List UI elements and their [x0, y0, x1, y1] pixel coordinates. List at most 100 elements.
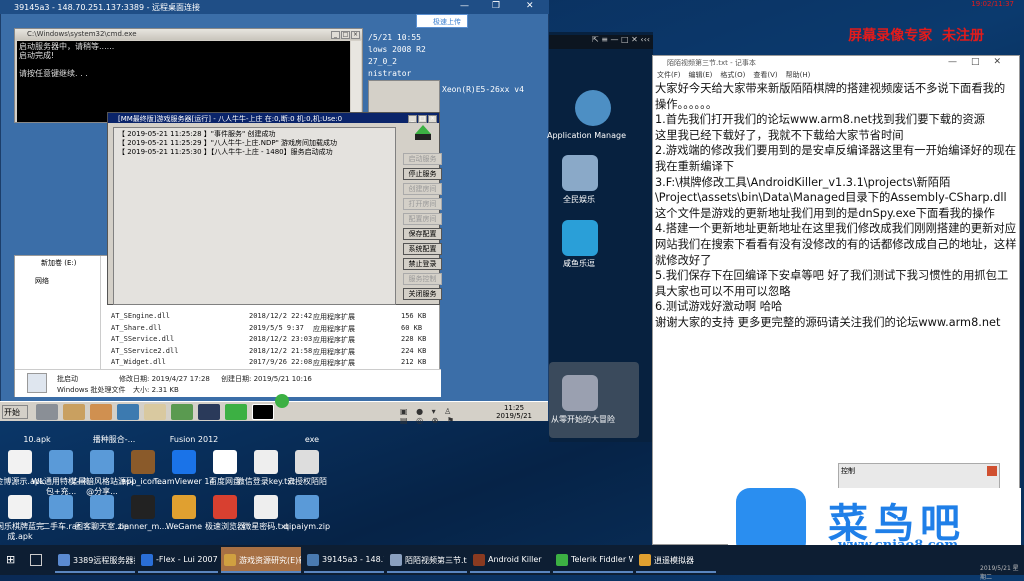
details-pane: 批启动 Windows 批处理文件 修改日期: 2019/4/27 17:28 …	[15, 369, 441, 397]
server-box-icon[interactable]	[198, 404, 220, 420]
file-size: 224 KB	[401, 347, 427, 355]
close-button[interactable]: ×	[428, 115, 437, 123]
file-row[interactable]: AT_SService.dll 2018/12/2 23:03 应用程序扩展 228 …	[111, 335, 431, 346]
file-row[interactable]: AT_SService2.dll 2018/12/2 21:58 应用程序扩展 224…	[111, 347, 431, 358]
detail-created: 创建日期: 2019/5/21 10:16	[221, 375, 312, 383]
taskbar-item[interactable]: 游戏资源研究(E)新...	[221, 547, 301, 573]
system-info: /5/21 10:55 lows 2008 R2 27_0_2 nistrato…	[368, 32, 426, 80]
menu-help[interactable]: 帮助(H)	[786, 71, 811, 79]
maximize-button[interactable]: ❐	[492, 1, 500, 11]
windows-start-icon[interactable]: ⊞	[6, 554, 18, 566]
remote-clock[interactable]: 11:25 2019/5/21	[496, 404, 532, 420]
menu-file[interactable]: 文件(F)	[657, 71, 681, 79]
emulator-toolbar[interactable]: ⇱ ≡ — □ ✕ ‹‹‹	[549, 35, 653, 49]
file-size: 212 KB	[401, 358, 427, 366]
app-icon-adventure[interactable]	[562, 375, 598, 411]
window-controls[interactable]: _ □ ×	[407, 114, 437, 123]
unregistered-text: 未注册	[942, 28, 984, 44]
app-label[interactable]: 全民娱乐	[563, 194, 595, 205]
server-button[interactable]: 关闭服务	[403, 288, 442, 300]
file-name: AT_Share.dll	[111, 324, 162, 332]
desktop-icon-label[interactable]: exe	[280, 435, 344, 445]
server-button[interactable]: 配置房间	[403, 213, 442, 225]
app-label[interactable]: 从零开始的大冒险	[551, 414, 615, 425]
console-output[interactable]: 启动服务器中，请稍等...... 启动完成! 请按任意键继续. . .	[17, 41, 350, 122]
file-date: 2018/12/2 21:58	[249, 347, 313, 355]
tray-icons[interactable]: ▣ ● ▾ ♙ ▤ ◎ ⊗ ⚑	[400, 407, 460, 425]
desktop-icon-label[interactable]: 10.apk	[5, 435, 69, 445]
close-button[interactable]: ✕	[526, 1, 534, 11]
menu-view[interactable]: 查看(V)	[753, 71, 777, 79]
server-button[interactable]: 禁止登录	[403, 258, 442, 270]
file-row[interactable]: AT_SEngine.dll 2018/12/2 22:42 应用程序扩展 156 K…	[111, 312, 431, 323]
upload-button[interactable]: 极速上传	[416, 14, 468, 28]
drive-item[interactable]: 新加卷 (E:)	[41, 258, 76, 268]
app-icon-quanmin[interactable]	[562, 155, 598, 191]
minimize-button[interactable]: _	[331, 31, 340, 39]
file-name: AT_SEngine.dll	[111, 312, 171, 320]
desktop-icon-label[interactable]: 播种服合-...	[82, 435, 146, 445]
scrollbar[interactable]	[351, 41, 361, 122]
menu-edit[interactable]: 编辑(E)	[689, 71, 713, 79]
log-line: 【 2019-05-21 11:25:29 】"八人牛牛-上庄.NDP" 游戏房…	[118, 139, 338, 147]
network-item[interactable]: 网络	[35, 276, 49, 286]
recorder-watermark: 屏幕录像专家 未注册	[848, 25, 984, 45]
maximize-button[interactable]: □	[341, 31, 350, 39]
desktop-icon[interactable]: qipaiym.zip	[275, 495, 339, 532]
batch-file-icon	[27, 373, 47, 393]
server-button[interactable]: 停止服务	[403, 168, 442, 180]
desktop-icon-label[interactable]: Fusion 2012	[162, 435, 226, 445]
taskbar-item[interactable]: 逍遥模拟器	[636, 547, 716, 573]
cmd-window[interactable]: C:\Windows\system32\cmd.exe _ □ × 启动服务器中，请…	[14, 28, 363, 123]
server-logo-icon	[411, 125, 435, 145]
taskbar-item[interactable]: -Flex - Lui 2007 (S...	[138, 547, 218, 573]
window-controls[interactable]: —□✕	[948, 57, 1015, 67]
server-manager-icon[interactable]	[36, 404, 58, 420]
start-button[interactable]: 开始	[2, 405, 28, 419]
app-manager-icon[interactable]	[575, 90, 611, 126]
minimize-button[interactable]: —	[460, 1, 469, 11]
taskbar-date[interactable]: 2019/5/21 星期二	[980, 563, 1024, 581]
close-button[interactable]: ×	[351, 31, 360, 39]
maximize-button[interactable]: □	[418, 115, 427, 123]
app-icon-xianyu[interactable]	[562, 220, 598, 256]
server-button[interactable]: 打开房间	[403, 198, 442, 210]
tools-icon[interactable]	[63, 404, 85, 420]
taskbar-item[interactable]: 39145a3 - 148.70....	[304, 547, 384, 573]
server-button[interactable]: 创建房间	[403, 183, 442, 195]
game-server-icon[interactable]	[225, 404, 247, 420]
window-controls[interactable]: _ □ ×	[330, 30, 360, 39]
server-button[interactable]: 服务控制	[403, 273, 442, 285]
desktop-icon[interactable]: 去授权陌陌	[275, 450, 339, 487]
cmd-taskbar-icon[interactable]	[252, 404, 274, 420]
server-button[interactable]: 保存配置	[403, 228, 442, 240]
server-button[interactable]: 启动服务	[403, 153, 442, 165]
menu-format[interactable]: 格式(O)	[720, 71, 745, 79]
taskbar-item[interactable]: Telerik Fiddler W...	[553, 547, 633, 573]
pet-icon[interactable]	[90, 404, 112, 420]
minimize-button[interactable]: _	[408, 115, 417, 123]
server-title-text: [MM最终版]游戏服务器[运行] - 八人牛牛-上庄 在:0,断:0 机:0,机…	[118, 115, 343, 123]
log-line: 【 2019-05-21 11:25:30 】【八人牛牛-上庄 - 1480】服…	[118, 148, 333, 156]
taskbar-item[interactable]: 陌陌视频第三节.txt...	[387, 547, 467, 573]
file-row[interactable]: AT_Share.dll 2019/5/5 9:37 应用程序扩展 60 KB	[111, 324, 431, 335]
background-window[interactable]	[368, 80, 440, 115]
close-button[interactable]	[987, 466, 997, 476]
folder-icon[interactable]	[144, 404, 166, 420]
notepad-text-area[interactable]: 大家好今天给大家带来新版陌陌棋牌的搭建视频废话不多说下面看我的 操作。。。。。。…	[653, 81, 1019, 331]
file-type: 应用程序扩展	[313, 325, 355, 333]
network-globe-icon[interactable]	[117, 404, 139, 420]
task-view-icon[interactable]	[30, 554, 42, 566]
server-button[interactable]: 系统配置	[403, 243, 442, 255]
game-server-window[interactable]: [MM最终版]游戏服务器[运行] - 八人牛牛-上庄 在:0,断:0 机:0,机…	[107, 112, 442, 305]
date: 2019/5/21	[496, 412, 532, 420]
taskbar-item[interactable]: Android Killer	[470, 547, 550, 573]
taskbar-item[interactable]: 3389远程服务器批...	[55, 547, 135, 573]
app-label[interactable]: 咸鱼乐逗	[563, 258, 595, 269]
app-label[interactable]: Application Manage	[547, 131, 626, 140]
control-title: 控制	[841, 467, 855, 475]
file-size: 60 KB	[401, 324, 423, 332]
file-row[interactable]: AT_Widget.dll 2017/9/26 22:08 应用程序扩展 212 KB	[111, 358, 431, 369]
editor-icon[interactable]	[171, 404, 193, 420]
